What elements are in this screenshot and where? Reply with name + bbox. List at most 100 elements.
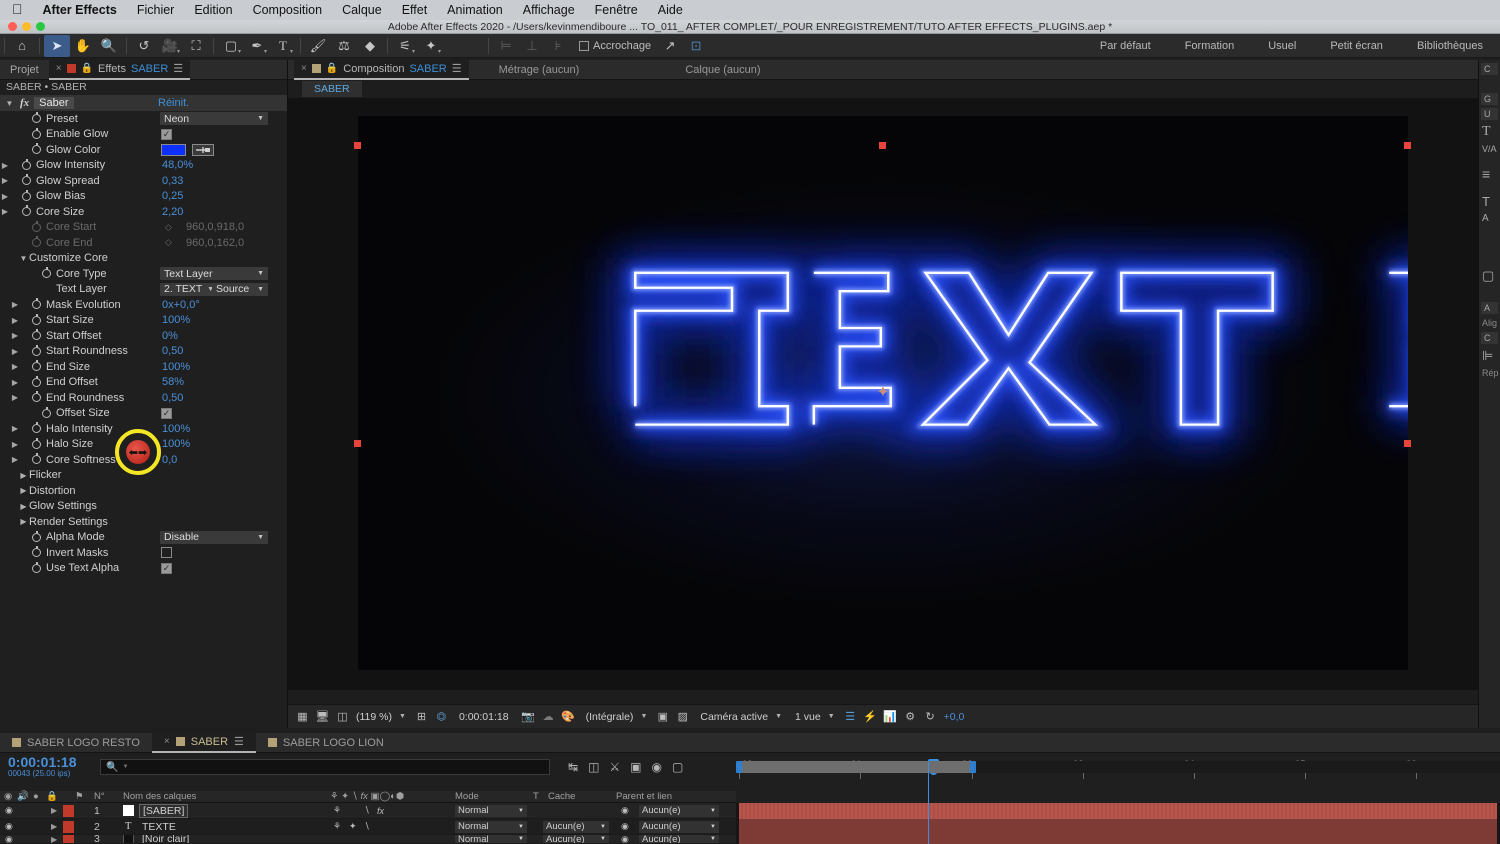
selection-handle-ml[interactable] xyxy=(354,440,361,447)
prop-core-size[interactable]: ▶ Core Size 2,20 xyxy=(0,204,287,220)
workspace-par-defaut[interactable]: Par défaut xyxy=(1083,34,1168,58)
panel-menu-icon[interactable]: ☰ xyxy=(452,62,462,75)
layer-mode-dropdown[interactable]: Normal ▼ xyxy=(455,835,527,843)
kerning-icon[interactable]: V/A xyxy=(1482,144,1497,154)
start-offset-value[interactable]: 0% xyxy=(162,330,178,342)
chevron-right-icon[interactable]: ▶ xyxy=(0,207,10,216)
start-roundness-value[interactable]: 0,50 xyxy=(162,345,183,357)
close-icon[interactable]: × xyxy=(164,736,170,747)
layer-quality-icon[interactable]: ∖ xyxy=(364,821,370,832)
layer-effects-icon[interactable]: fx xyxy=(377,806,384,816)
rotation-tool-icon[interactable]: ↺ xyxy=(131,35,157,57)
enable-glow-checkbox[interactable]: ✓ xyxy=(161,128,172,140)
chevron-right-icon[interactable]: ▶ xyxy=(10,393,20,402)
paragraph-align-icon[interactable]: ≡ xyxy=(1482,166,1497,182)
table-row[interactable]: ◉ ▶ 1 [SABER] ⚘ ∖ fx Normal ▼ ◉ Aucun(e)… xyxy=(0,803,736,819)
hide-shy-layers-icon[interactable]: ⚔ xyxy=(609,760,620,774)
layer-color-label[interactable] xyxy=(63,835,74,843)
selection-handle-tl[interactable] xyxy=(354,142,361,149)
panel-menu-icon[interactable]: ☰ xyxy=(234,735,244,748)
chevron-right-icon[interactable]: ▶ xyxy=(51,835,57,843)
align-left-edges-icon[interactable]: ⊫ xyxy=(1482,348,1497,364)
menu-edition[interactable]: Edition xyxy=(184,3,242,17)
layer-color-label[interactable] xyxy=(63,804,74,817)
work-area-start-handle[interactable] xyxy=(736,761,742,773)
current-timecode[interactable]: 0:00:01:18 xyxy=(0,755,88,769)
renderer-icon[interactable]: 📊 xyxy=(882,708,899,725)
menu-animation[interactable]: Animation xyxy=(437,3,513,17)
selection-tool-icon[interactable]: ➤ xyxy=(44,34,70,57)
chevron-down-icon[interactable]: ▼ xyxy=(826,713,839,720)
comp-timecode[interactable]: 0:00:01:18 xyxy=(453,711,511,723)
layer-name[interactable]: TEXTE xyxy=(142,821,176,833)
dock-item-u[interactable]: U xyxy=(1481,108,1498,120)
parent-pickwhip-icon[interactable]: ◉ xyxy=(621,821,629,832)
prop-glow-spread[interactable]: ▶ Glow Spread 0,33 xyxy=(0,173,287,189)
chevron-right-icon[interactable]: ▶ xyxy=(18,517,29,526)
tracking-icon[interactable]: A xyxy=(1482,213,1497,224)
timeline-lock-icon[interactable]: ☰ xyxy=(842,708,859,725)
halo-size-value[interactable]: 100% xyxy=(162,438,190,450)
work-area-bar[interactable] xyxy=(736,761,1500,773)
prop-start-offset[interactable]: ▶ Start Offset 0% xyxy=(0,328,287,344)
panel-menu-icon[interactable]: ☰ xyxy=(173,62,183,75)
layer-shy-icon[interactable]: ⚘ xyxy=(333,821,341,832)
chevron-right-icon[interactable]: ▶ xyxy=(10,440,20,449)
prop-alpha-mode[interactable]: Alpha Mode Disable ▼ xyxy=(0,530,287,546)
menu-aide[interactable]: Aide xyxy=(648,3,693,17)
stopwatch-icon[interactable] xyxy=(22,205,31,217)
end-roundness-value[interactable]: 0,50 xyxy=(162,392,183,404)
prop-glow-color[interactable]: Glow Color xyxy=(0,142,287,158)
menu-composition[interactable]: Composition xyxy=(243,3,332,17)
composition-viewer[interactable]: ✦ xyxy=(288,98,1478,745)
stopwatch-icon[interactable] xyxy=(32,360,41,372)
eyedropper-icon[interactable] xyxy=(192,143,214,156)
preset-dropdown[interactable]: Neon ▼ xyxy=(160,112,268,126)
menu-after-effects[interactable]: After Effects xyxy=(33,3,127,17)
stopwatch-icon[interactable] xyxy=(32,313,41,325)
channel-rgb-icon[interactable]: 🎨 xyxy=(560,708,577,725)
work-area-range[interactable] xyxy=(738,761,974,773)
composition-canvas[interactable]: ✦ xyxy=(358,116,1408,670)
font-size-icon[interactable]: T xyxy=(1482,124,1497,140)
chevron-right-icon[interactable]: ▶ xyxy=(51,806,57,815)
prop-offset-size[interactable]: Offset Size ✓ xyxy=(0,406,287,422)
chevron-right-icon[interactable]: ▶ xyxy=(0,176,10,185)
enable-frame-blending-icon[interactable]: ▣ xyxy=(630,760,641,774)
layer-quality-icon[interactable]: ∖ xyxy=(364,805,370,816)
prop-mask-evolution[interactable]: ▶ Mask Evolution 0x+0,0° xyxy=(0,297,287,313)
apple-logo-icon[interactable]:  xyxy=(8,2,33,18)
dock-item-c2[interactable]: C xyxy=(1481,332,1498,344)
group-render-settings[interactable]: ▶ Render Settings xyxy=(0,514,287,530)
selection-handle-mr[interactable] xyxy=(1404,440,1411,447)
stopwatch-icon[interactable] xyxy=(22,174,31,186)
effect-name[interactable]: Saber xyxy=(34,97,74,109)
pen-tool-icon[interactable]: ✒ ▾ xyxy=(244,35,270,57)
work-area-end-handle[interactable] xyxy=(970,761,976,773)
text-layer-source-dropdown[interactable]: Source ▼ xyxy=(212,282,268,296)
group-glow-settings[interactable]: ▶ Glow Settings xyxy=(0,499,287,515)
monitor-icon[interactable]: 🖥 xyxy=(314,708,331,725)
group-distortion[interactable]: ▶ Distortion xyxy=(0,483,287,499)
chevron-right-icon[interactable]: ▶ xyxy=(10,316,20,325)
stopwatch-icon[interactable] xyxy=(32,112,41,124)
workspace-formation[interactable]: Formation xyxy=(1168,34,1252,58)
layer-shy-icon[interactable]: ⚘ xyxy=(333,805,341,816)
chevron-right-icon[interactable]: ▶ xyxy=(18,471,29,480)
snap-arrow-icon[interactable]: ↗ xyxy=(657,35,683,57)
composition-mini-flowchart-icon[interactable]: ↹ xyxy=(568,760,578,774)
glow-bias-value[interactable]: 0,25 xyxy=(162,190,183,202)
chevron-right-icon[interactable]: ▶ xyxy=(10,455,20,464)
prop-end-offset[interactable]: ▶ End Offset 58% xyxy=(0,375,287,391)
prop-start-roundness[interactable]: ▶ Start Roundness 0,50 xyxy=(0,344,287,360)
menu-affichage[interactable]: Affichage xyxy=(513,3,585,17)
text-tool-icon[interactable]: T ▾ xyxy=(270,35,296,57)
region-of-interest-icon[interactable]: ⏣ xyxy=(433,708,450,725)
leading-icon[interactable]: T xyxy=(1482,194,1497,209)
chevron-down-icon[interactable]: ▼ xyxy=(397,713,410,720)
prop-preset[interactable]: Preset Neon ▼ xyxy=(0,111,287,127)
mask-evolution-value[interactable]: 0x+0,0° xyxy=(162,299,200,311)
graph-editor-icon[interactable]: ▢ xyxy=(672,760,683,774)
stopwatch-icon[interactable] xyxy=(22,158,31,170)
anchor-point-icon[interactable]: ✦ xyxy=(874,384,892,402)
